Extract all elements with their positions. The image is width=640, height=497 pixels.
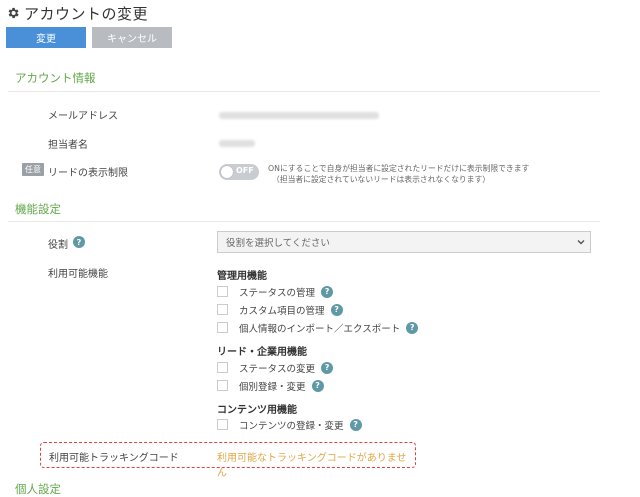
feature-option[interactable]: 個別登録・変更 ? [217, 379, 324, 393]
group-title-lead: リード・企業用機能 [217, 347, 307, 358]
role-select[interactable]: 役割を選択してください [217, 231, 591, 253]
help-icon[interactable]: ? [321, 361, 334, 374]
feature-option-label: ステータスの変更 [239, 363, 316, 375]
lead-restriction-toggle[interactable]: OFF [219, 164, 259, 180]
help-icon[interactable]: ? [73, 236, 85, 248]
checkbox[interactable] [217, 419, 228, 430]
role-label: 役割 [48, 240, 68, 251]
tracking-code-label: 利用可能トラッキングコード [49, 453, 179, 464]
role-select-value: 役割を選択してください [226, 238, 330, 249]
page-title: アカウントの変更 [24, 4, 149, 23]
lead-restriction-note-2: （担当者に設定されていないリードは表示されなくなります） [272, 175, 491, 184]
checkbox[interactable] [217, 322, 228, 333]
checkbox[interactable] [217, 286, 228, 297]
toggle-state: OFF [236, 166, 254, 175]
optional-badge: 任意 [22, 163, 44, 176]
lead-restriction-label: リードの表示制限 [48, 168, 128, 179]
feature-option[interactable]: 個人情報のインポート／エクスポート ? [217, 321, 419, 335]
divider [8, 221, 600, 222]
toggle-knob [221, 166, 233, 178]
tracking-code-empty-message: 利用可能なトラッキングコードがありません [217, 453, 407, 479]
help-icon[interactable]: ? [311, 379, 324, 392]
email-value-redacted [219, 112, 379, 119]
section-title-personal: 個人設定 [15, 482, 61, 496]
help-icon[interactable]: ? [349, 418, 362, 431]
feature-option[interactable]: ステータスの変更 ? [217, 361, 334, 375]
page-header: アカウントの変更 [6, 3, 148, 23]
feature-option[interactable]: ステータスの管理 ? [217, 285, 334, 299]
checkbox[interactable] [217, 304, 228, 315]
help-icon[interactable]: ? [406, 321, 419, 334]
group-title-admin: 管理用機能 [217, 271, 267, 282]
available-features-label: 利用可能機能 [48, 269, 108, 280]
save-button[interactable]: 変更 [6, 27, 86, 48]
section-title-account: アカウント情報 [15, 71, 96, 85]
section-title-features: 機能設定 [15, 202, 61, 216]
checkbox[interactable] [217, 380, 228, 391]
manager-label: 担当者名 [48, 140, 88, 151]
feature-option-label: カスタム項目の管理 [239, 305, 325, 317]
feature-option-label: 個人情報のインポート／エクスポート [239, 323, 401, 335]
tracking-code-row: 利用可能トラッキングコード 利用可能なトラッキングコードがありません [40, 442, 416, 479]
cancel-button[interactable]: キャンセル [92, 27, 172, 48]
lead-restriction-note-1: ONにすることで自身が担当者に設定されたリードだけに表示制限できます [268, 164, 530, 173]
feature-option[interactable]: カスタム項目の管理 ? [217, 303, 343, 317]
divider [8, 91, 600, 92]
group-title-content: コンテンツ用機能 [217, 405, 297, 416]
feature-option-label: 個別登録・変更 [239, 381, 306, 393]
feature-option-label: ステータスの管理 [239, 287, 316, 299]
help-icon[interactable]: ? [330, 303, 343, 316]
help-icon[interactable]: ? [321, 285, 334, 298]
checkbox[interactable] [217, 362, 228, 373]
email-label: メールアドレス [48, 111, 118, 122]
manager-value-redacted [219, 140, 255, 147]
feature-option[interactable]: コンテンツの登録・変更 ? [217, 418, 362, 432]
feature-option-label: コンテンツの登録・変更 [239, 420, 344, 432]
chevron-down-icon [577, 240, 585, 245]
gear-icon [8, 7, 19, 19]
